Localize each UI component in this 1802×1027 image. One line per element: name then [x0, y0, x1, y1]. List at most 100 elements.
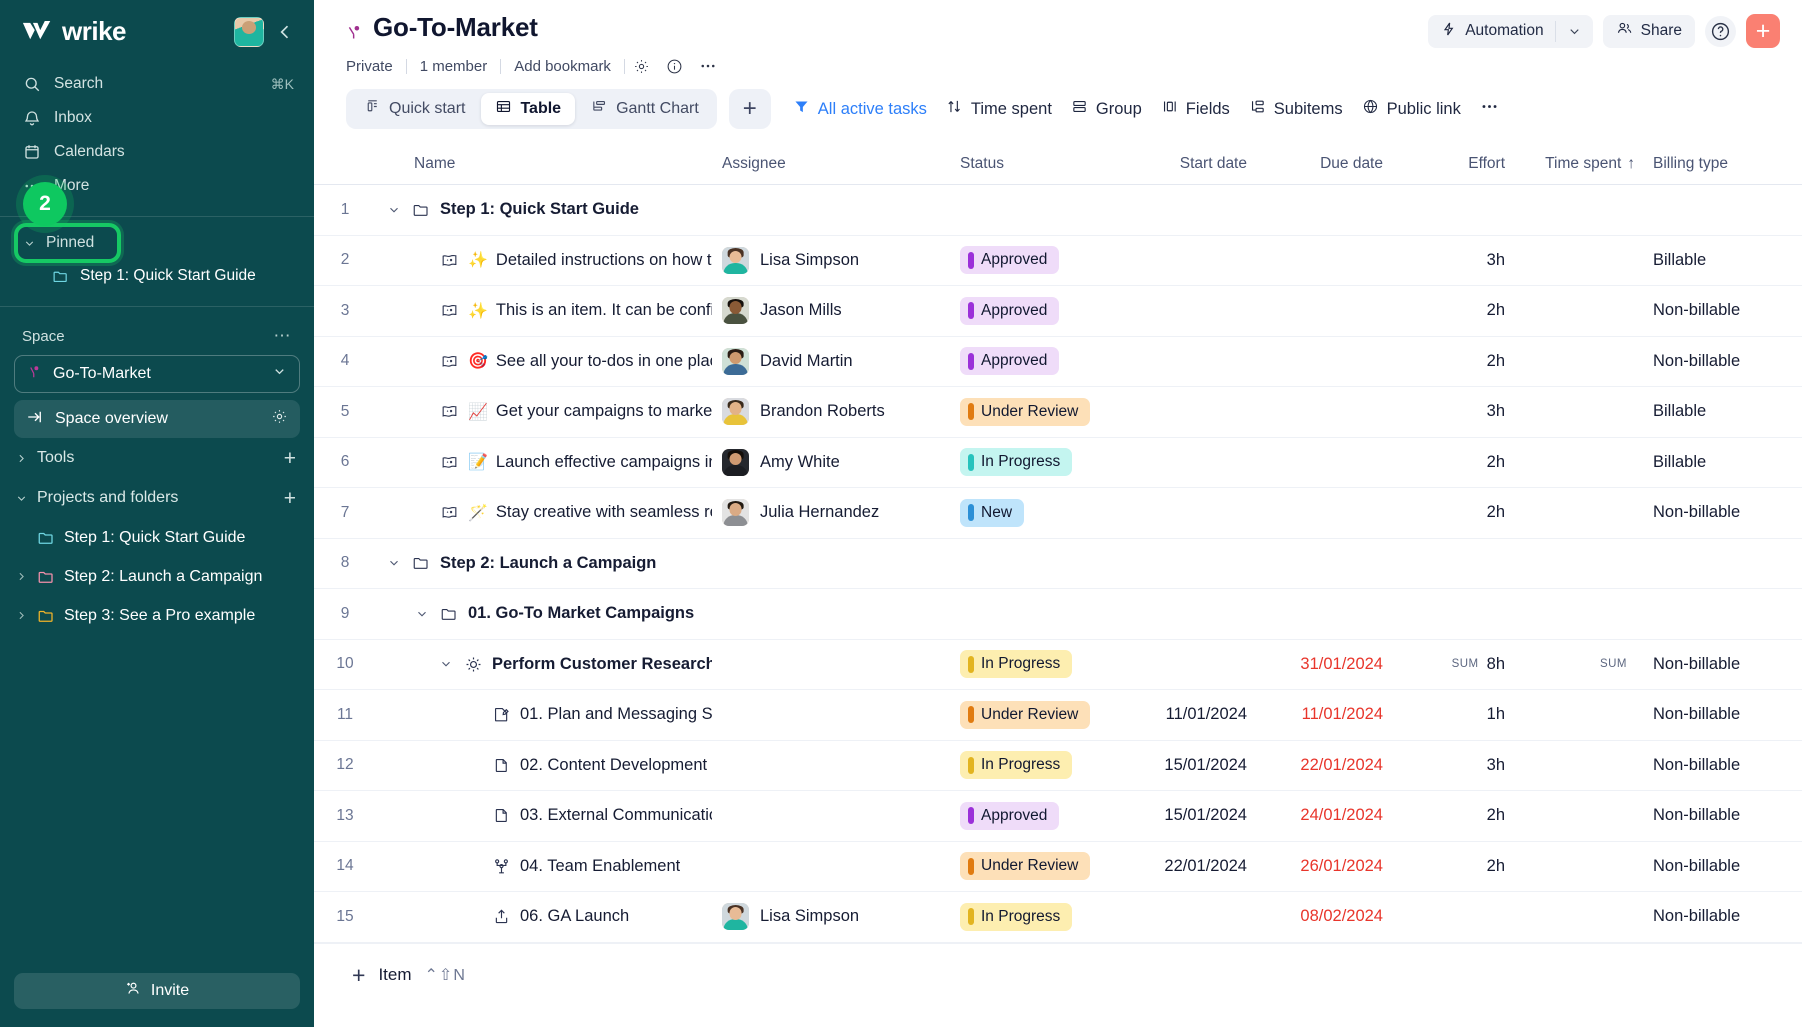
wrike-logo[interactable]: wrike [22, 16, 224, 47]
row-effort[interactable]: 2h [1397, 806, 1517, 825]
sidebar-item-calendars[interactable]: Calendars [0, 135, 314, 169]
status-badge[interactable]: Under Review [960, 852, 1090, 880]
row-name-cell[interactable]: Step 2: Launch a Campaign [376, 554, 722, 573]
status-badge[interactable]: Under Review [960, 701, 1090, 729]
row-time-spent[interactable]: SUM [1517, 655, 1647, 674]
table-row[interactable]: 5📈Get your campaigns to market fBrandon … [314, 387, 1802, 438]
row-status-cell[interactable]: In Progress [960, 751, 1125, 779]
status-badge[interactable]: In Progress [960, 903, 1072, 931]
row-due-date[interactable]: 08/02/2024 [1261, 907, 1397, 926]
table-row[interactable]: 1Step 1: Quick Start Guide [314, 185, 1802, 236]
sidebar-item-search[interactable]: Search ⌘K [0, 67, 314, 101]
row-name-cell[interactable]: ✨This is an item. It can be configu [376, 301, 722, 321]
sidebar-item-pinned[interactable]: Pinned [0, 227, 314, 259]
row-name-cell[interactable]: 04. Team Enablement [376, 857, 722, 876]
row-assignee-cell[interactable]: Amy White [722, 449, 960, 476]
add-project-icon[interactable]: + [284, 488, 296, 509]
invite-button[interactable]: Invite [14, 973, 300, 1009]
row-billing-type[interactable]: Billable [1647, 453, 1802, 472]
row-name-cell[interactable]: 06. GA Launch [376, 907, 722, 926]
header-assignee[interactable]: Assignee [722, 155, 960, 173]
row-billing-type[interactable]: Billable [1647, 251, 1802, 270]
automation-button[interactable]: Automation [1428, 15, 1592, 48]
table-row[interactable]: 3✨This is an item. It can be configuJaso… [314, 286, 1802, 337]
more-options-icon[interactable] [691, 57, 725, 75]
row-due-date[interactable]: 11/01/2024 [1261, 705, 1397, 724]
header-effort[interactable]: Effort [1397, 155, 1517, 173]
tab-gantt-chart[interactable]: Gantt Chart [577, 93, 713, 125]
public-link-button[interactable]: Public link [1362, 98, 1461, 120]
members-label[interactable]: 1 member [407, 58, 501, 75]
row-name-cell[interactable]: 01. Plan and Messaging Str [376, 705, 722, 724]
status-badge[interactable]: In Progress [960, 448, 1072, 476]
status-badge[interactable]: New [960, 499, 1024, 527]
row-status-cell[interactable]: In Progress [960, 903, 1125, 931]
row-effort[interactable]: 3h [1397, 402, 1517, 421]
sidebar-project-step1[interactable]: Step 1: Quick Start Guide [0, 518, 314, 557]
row-name-cell[interactable]: 🎯See all your to-dos in one place [376, 351, 722, 371]
table-row[interactable]: 10Perform Customer Research aIn Progress… [314, 640, 1802, 691]
help-button[interactable] [1705, 16, 1736, 47]
row-effort[interactable]: 2h [1397, 503, 1517, 522]
row-billing-type[interactable]: Non-billable [1647, 503, 1802, 522]
avatar[interactable] [234, 17, 264, 47]
row-status-cell[interactable]: Under Review [960, 852, 1125, 880]
row-name-cell[interactable]: 📈Get your campaigns to market f [376, 402, 722, 422]
table-row[interactable]: 1303. External CommunicatioApproved15/01… [314, 791, 1802, 842]
row-start-date[interactable]: 15/01/2024 [1125, 756, 1261, 775]
row-assignee-cell[interactable]: Lisa Simpson [722, 247, 960, 274]
row-name-cell[interactable]: 03. External Communicatio [376, 806, 722, 825]
add-view-button[interactable]: + [729, 89, 771, 129]
row-name-cell[interactable]: ✨Detailed instructions on how to [376, 250, 722, 270]
row-status-cell[interactable]: Approved [960, 802, 1125, 830]
info-icon[interactable] [658, 58, 691, 75]
add-item-row[interactable]: + Item ⌃⇧N [314, 943, 1802, 1007]
toolbar-more-button[interactable] [1480, 97, 1499, 121]
share-button[interactable]: Share [1603, 15, 1695, 48]
status-badge[interactable]: Approved [960, 297, 1059, 325]
status-badge[interactable]: Approved [960, 246, 1059, 274]
status-badge[interactable]: Approved [960, 802, 1059, 830]
row-billing-type[interactable]: Non-billable [1647, 806, 1802, 825]
sidebar-project-step3[interactable]: Step 3: See a Pro example [0, 596, 314, 635]
add-bookmark-button[interactable]: Add bookmark [501, 58, 624, 75]
gear-icon[interactable] [271, 408, 288, 430]
chevron-down-icon[interactable] [386, 203, 402, 217]
status-badge[interactable]: In Progress [960, 650, 1072, 678]
row-status-cell[interactable]: Under Review [960, 398, 1125, 426]
sidebar-project-step2[interactable]: Step 2: Launch a Campaign [0, 557, 314, 596]
chevron-down-icon[interactable] [1556, 15, 1593, 48]
table-row[interactable]: 1506. GA LaunchLisa SimpsonIn Progress08… [314, 892, 1802, 943]
header-due-date[interactable]: Due date [1261, 155, 1397, 173]
chevron-down-icon[interactable] [414, 607, 430, 621]
row-billing-type[interactable]: Non-billable [1647, 301, 1802, 320]
row-assignee-cell[interactable]: Julia Hernandez [722, 499, 960, 526]
row-status-cell[interactable]: In Progress [960, 650, 1125, 678]
table-row[interactable]: 6📝Launch effective campaigns inAmy White… [314, 438, 1802, 489]
row-status-cell[interactable]: In Progress [960, 448, 1125, 476]
sidebar-item-space-overview[interactable]: Space overview [14, 400, 300, 438]
row-assignee-cell[interactable]: Lisa Simpson [722, 903, 960, 930]
row-status-cell[interactable]: Approved [960, 246, 1125, 274]
row-status-cell[interactable]: Under Review [960, 701, 1125, 729]
row-billing-type[interactable]: Non-billable [1647, 756, 1802, 775]
row-assignee-cell[interactable]: Jason Mills [722, 297, 960, 324]
group-button[interactable]: Group [1071, 98, 1142, 120]
row-effort[interactable]: 3h [1397, 756, 1517, 775]
row-name-cell[interactable]: 01. Go-To Market Campaigns [376, 604, 722, 623]
row-name-cell[interactable]: 02. Content Development [376, 756, 722, 775]
row-billing-type[interactable]: Non-billable [1647, 857, 1802, 876]
header-name[interactable]: Name [376, 155, 722, 173]
space-selector[interactable]: Go-To-Market [14, 355, 300, 393]
table-row[interactable]: 1101. Plan and Messaging StrUnder Review… [314, 690, 1802, 741]
row-billing-type[interactable]: Non-billable [1647, 907, 1802, 926]
add-tool-icon[interactable]: + [284, 448, 296, 469]
row-effort[interactable]: 1h [1397, 705, 1517, 724]
header-start-date[interactable]: Start date [1125, 155, 1261, 173]
sidebar-item-inbox[interactable]: Inbox [0, 101, 314, 135]
row-name-cell[interactable]: Perform Customer Research a [376, 655, 722, 674]
chevron-down-icon[interactable] [438, 657, 454, 671]
row-status-cell[interactable]: Approved [960, 347, 1125, 375]
row-effort[interactable]: 3h [1397, 251, 1517, 270]
header-status[interactable]: Status [960, 155, 1125, 173]
